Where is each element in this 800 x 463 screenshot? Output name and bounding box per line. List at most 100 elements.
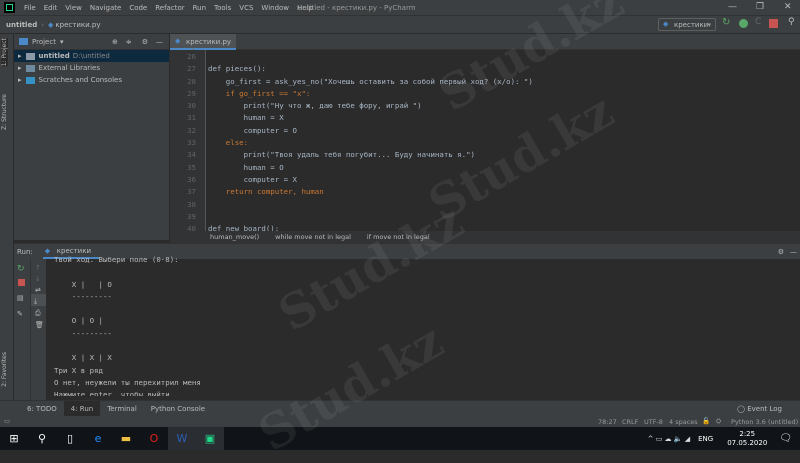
code-line[interactable]: 38 xyxy=(170,199,533,211)
tree-item-label: untitled xyxy=(38,52,70,60)
menu-vcs[interactable]: VCS xyxy=(235,4,257,12)
down-arrow-icon[interactable]: ↓ xyxy=(31,272,46,283)
code-line[interactable]: 35 human = O xyxy=(170,162,533,174)
code-line[interactable]: 39 xyxy=(170,211,533,223)
code-line[interactable]: 27 def pieces(): xyxy=(170,63,533,75)
toggle-tool-windows-icon[interactable]: ▭ xyxy=(4,417,10,425)
line-number: 26 xyxy=(187,52,196,61)
window-title: untitled - крестики.py - PyCharm xyxy=(298,4,416,12)
code-line[interactable]: 34 print("Твоя удаль тебя погубит... Буд… xyxy=(170,149,533,161)
search-icon[interactable]: ⚲ xyxy=(788,17,797,27)
coverage-icon[interactable]: C xyxy=(755,17,764,27)
locate-icon[interactable]: ⊕ xyxy=(112,38,118,46)
pin-icon[interactable]: ✎ xyxy=(14,302,30,318)
crumb-while[interactable]: while move not in legal xyxy=(275,233,351,243)
tab-terminal[interactable]: Terminal xyxy=(100,401,144,417)
layout-icon[interactable]: ▤ xyxy=(14,286,30,302)
event-log-button[interactable]: ◯ Event Log xyxy=(737,405,782,413)
search-icon[interactable]: ⚲ xyxy=(28,427,56,450)
collapse-icon[interactable]: ≑ xyxy=(126,38,132,46)
hide-icon[interactable]: — xyxy=(156,38,163,46)
tab-krestiki-py[interactable]: ◆ крестики.py × xyxy=(170,34,236,54)
file-encoding[interactable]: UTF-8 xyxy=(644,418,663,426)
chevron-down-icon: ▾ xyxy=(707,21,711,29)
code-line[interactable]: 33 else: xyxy=(170,137,533,149)
favorites-tool-tab[interactable]: 2: Favorites xyxy=(1,352,8,387)
menu-refactor[interactable]: Refactor xyxy=(151,4,188,12)
task-view-icon[interactable]: ▯ xyxy=(56,427,84,450)
tree-item-scratches[interactable]: ▸ Scratches and Consoles xyxy=(14,74,169,86)
inspector-icon[interactable]: ⛭ xyxy=(716,417,721,426)
left-tool-strip: 1: Project Z: Structure 2: Favorites xyxy=(0,34,14,400)
tree-item-untitled[interactable]: ▸ untitled D:\untitled xyxy=(14,50,169,62)
lock-icon[interactable]: 🔓 xyxy=(702,417,710,425)
menu-run[interactable]: Run xyxy=(189,4,210,12)
scroll-to-end-icon[interactable]: ⤓ xyxy=(31,294,46,306)
language-indicator[interactable]: ENG xyxy=(698,435,713,443)
crumb-function[interactable]: human_move() xyxy=(210,233,259,243)
code-line[interactable]: 30 print("Ну что ж, даю тебе фору, играй… xyxy=(170,100,533,112)
tab-todo[interactable]: 6: TODO xyxy=(20,401,64,417)
maximize-button[interactable]: ❐ xyxy=(756,2,764,12)
edge-icon[interactable]: e xyxy=(84,427,112,450)
rerun-icon[interactable]: ↻ xyxy=(14,259,30,274)
word-icon[interactable]: W xyxy=(168,427,196,450)
python-interpreter[interactable]: Python 3.6 (untitled) xyxy=(731,418,798,426)
project-panel-title[interactable]: Project xyxy=(32,38,56,46)
console-line: Твой ход. Выбери поле (0-8): xyxy=(54,255,179,264)
console-line: О нет, неужели ты перехитрил меня xyxy=(54,377,201,387)
crumb-if[interactable]: if move not in legal xyxy=(367,233,430,243)
line-number: 31 xyxy=(187,113,196,123)
print-icon[interactable]: ⎙ xyxy=(31,306,46,318)
stop-icon[interactable] xyxy=(769,19,778,28)
pycharm-taskbar-icon[interactable]: ▣ xyxy=(196,427,224,450)
code-line[interactable]: 28 go_first = ask_yes_no("Хочешь оставит… xyxy=(170,76,533,88)
chevron-down-icon[interactable]: ▾ xyxy=(60,38,64,46)
code-line[interactable]: 32 computer = O xyxy=(170,125,533,137)
close-button[interactable]: ✕ xyxy=(784,2,792,12)
code-line[interactable]: 29 if go_first == "x": xyxy=(170,88,533,100)
caret-position[interactable]: 78:27 xyxy=(598,418,617,426)
up-arrow-icon[interactable]: ↑ xyxy=(31,259,46,272)
code-text: print("Ну что ж, даю тебе фору, играй ") xyxy=(208,101,422,111)
project-tool-tab[interactable]: 1: Project xyxy=(1,38,8,67)
menu-edit[interactable]: Edit xyxy=(40,4,62,12)
tree-item-external-libraries[interactable]: ▸ External Libraries xyxy=(14,62,169,74)
code-line[interactable]: 26 xyxy=(170,51,533,63)
indent-setting[interactable]: 4 spaces xyxy=(669,418,698,426)
status-bar: ▭ 78:27 CRLF UTF-8 4 spaces 🔓 ⛭ Python 3… xyxy=(0,416,800,427)
notification-icon[interactable]: 🗨 xyxy=(779,433,792,444)
opera-icon[interactable]: O xyxy=(140,427,168,450)
trash-icon[interactable]: 🗑 xyxy=(31,318,46,329)
tab-run[interactable]: 4: Run xyxy=(63,400,101,417)
soft-wrap-icon[interactable]: ⇌ xyxy=(31,283,46,294)
debug-icon[interactable] xyxy=(739,19,748,28)
code-area[interactable]: 26 27 def pieces(): 28 go_first = ask_yes_n… xyxy=(170,51,533,235)
code-line[interactable]: 36 computer = X xyxy=(170,174,533,186)
menu-tools[interactable]: Tools xyxy=(210,4,235,12)
windows-start-icon[interactable]: ⊞ xyxy=(0,427,28,450)
rerun-icon[interactable]: ↻ xyxy=(722,17,731,28)
menu-file[interactable]: File xyxy=(20,4,40,12)
clock[interactable]: 2:25 07.05.2020 xyxy=(727,430,767,448)
breadcrumb-file[interactable]: крестики.py xyxy=(55,21,100,29)
tab-python-console[interactable]: Python Console xyxy=(144,401,212,417)
menu-code[interactable]: Code xyxy=(125,4,151,12)
console-toolbar: ↑ ↓ ⇌ ⤓ ⎙ 🗑 xyxy=(30,259,46,401)
menu-view[interactable]: View xyxy=(61,4,86,12)
structure-tool-tab[interactable]: Z: Structure xyxy=(1,94,8,130)
run-config-select[interactable]: ◆ крестики ▾ xyxy=(658,18,716,31)
breadcrumb-project[interactable]: untitled xyxy=(6,21,37,29)
stop-icon[interactable] xyxy=(18,279,25,286)
tray-icons[interactable]: ^ ▭ ☁ 🔈 ◢ xyxy=(648,435,690,443)
line-separator[interactable]: CRLF xyxy=(622,418,638,426)
minimize-button[interactable]: — xyxy=(728,2,737,12)
gear-icon[interactable]: ⚙ xyxy=(142,38,148,46)
code-line[interactable]: 31 human = X xyxy=(170,112,533,124)
menu-navigate[interactable]: Navigate xyxy=(86,4,125,12)
file-explorer-icon[interactable]: ▬ xyxy=(112,427,140,450)
console-output[interactable]: Твой ход. Выбери поле (0-8): X | | O ---… xyxy=(54,254,794,396)
line-number: 39 xyxy=(187,211,196,221)
menu-window[interactable]: Window xyxy=(257,4,293,12)
code-line[interactable]: 37 return computer, human xyxy=(170,186,533,198)
